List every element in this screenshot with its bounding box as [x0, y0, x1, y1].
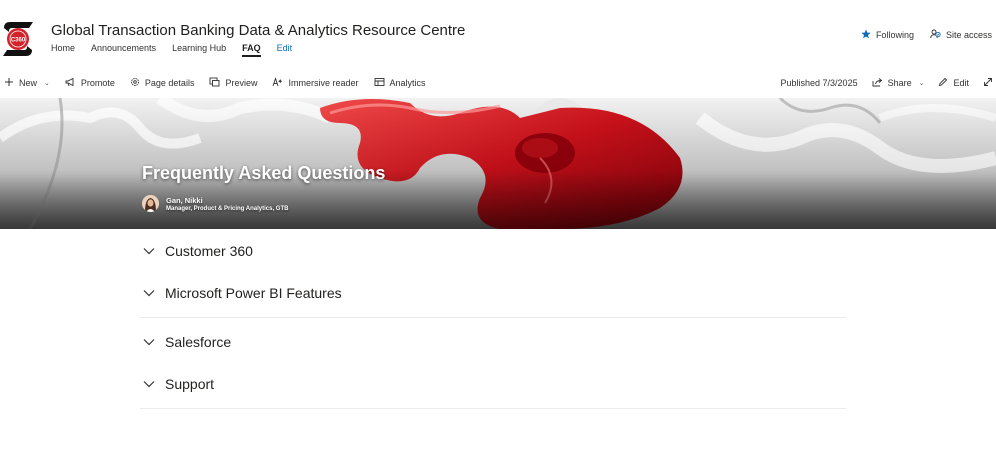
site-logo[interactable]: C360: [2, 20, 34, 58]
edit-label: Edit: [953, 78, 969, 88]
analytics-button[interactable]: Analytics: [374, 77, 426, 89]
new-label: New: [19, 78, 38, 88]
faq-item-label: Microsoft Power BI Features: [165, 285, 342, 301]
site-access-button[interactable]: Site access: [930, 29, 992, 41]
author-role: Manager, Product & Pricing Analytics, GT…: [166, 205, 289, 212]
site-header: C360 Global Transaction Banking Data & A…: [0, 0, 996, 66]
pencil-icon: [938, 77, 948, 89]
chevron-down-icon: [143, 289, 161, 297]
chevron-down-icon: ⌄: [918, 80, 925, 87]
faq-section: Salesforce Support: [140, 321, 846, 409]
immersive-reader-button[interactable]: Immersive reader: [272, 77, 359, 89]
immersive-reader-label: Immersive reader: [288, 78, 359, 88]
faq-section: Customer 360 Microsoft Power BI Features: [140, 230, 846, 318]
megaphone-icon: [65, 77, 76, 89]
site-title[interactable]: Global Transaction Banking Data & Analyt…: [51, 22, 465, 39]
analytics-label: Analytics: [389, 78, 426, 88]
promote-label: Promote: [80, 78, 115, 88]
nav-home[interactable]: Home: [51, 43, 75, 57]
immersive-reader-icon: [272, 77, 283, 89]
author-byline: Gan, Nikki Manager, Product & Pricing An…: [142, 195, 288, 212]
faq-item-salesforce[interactable]: Salesforce: [140, 321, 846, 363]
logo-text: C360: [11, 38, 26, 44]
preview-icon: [209, 77, 220, 89]
faq-item-support[interactable]: Support: [140, 363, 846, 405]
page-details-label: Page details: [144, 78, 195, 88]
author-name[interactable]: Gan, Nikki: [166, 196, 288, 205]
share-label: Share: [887, 78, 912, 88]
nav-announcements[interactable]: Announcements: [91, 43, 156, 57]
preview-label: Preview: [225, 78, 258, 88]
preview-button[interactable]: Preview: [209, 77, 257, 89]
faq-item-customer-360[interactable]: Customer 360: [140, 230, 846, 272]
share-button[interactable]: Share ⌄: [872, 77, 925, 89]
header-actions: Following Site access: [861, 29, 992, 41]
analytics-icon: [374, 77, 385, 89]
published-date: Published 7/3/2025: [780, 78, 858, 88]
expand-icon: [983, 77, 993, 89]
chevron-down-icon: ⌄: [44, 80, 50, 87]
command-bar: New ⌄ Promote Page details Preview Immer…: [0, 74, 996, 94]
section-divider: [140, 408, 846, 409]
nav-faq[interactable]: FAQ: [242, 43, 261, 57]
faq-accordion: Customer 360 Microsoft Power BI Features…: [140, 230, 846, 412]
expand-button[interactable]: [983, 77, 993, 89]
faq-item-power-bi-features[interactable]: Microsoft Power BI Features: [140, 272, 846, 314]
new-button[interactable]: New ⌄: [4, 77, 50, 89]
plus-icon: [4, 77, 14, 89]
following-button[interactable]: Following: [861, 29, 914, 41]
chevron-down-icon: [143, 338, 161, 346]
people-icon: [930, 29, 941, 41]
share-icon: [872, 77, 883, 89]
faq-item-label: Support: [165, 376, 215, 392]
section-divider: [140, 317, 846, 318]
site-access-label: Site access: [945, 30, 992, 40]
page-details-button[interactable]: Page details: [130, 77, 195, 89]
edit-page-button[interactable]: Edit: [938, 77, 969, 89]
faq-item-label: Salesforce: [165, 334, 232, 350]
promote-button[interactable]: Promote: [65, 77, 115, 89]
following-label: Following: [875, 30, 914, 40]
nav-learning-hub[interactable]: Learning Hub: [172, 43, 226, 57]
nav-edit[interactable]: Edit: [277, 43, 293, 57]
star-icon: [861, 29, 871, 41]
chevron-down-icon: [143, 380, 161, 388]
hero-banner: Frequently Asked Questions Gan, Nikki Ma…: [0, 98, 996, 229]
site-nav: Home Announcements Learning Hub FAQ Edit: [51, 43, 292, 57]
page-title: Frequently Asked Questions: [142, 163, 386, 183]
faq-item-label: Customer 360: [165, 243, 253, 259]
gear-icon: [130, 77, 140, 89]
avatar[interactable]: [142, 195, 159, 212]
chevron-down-icon: [143, 247, 161, 255]
